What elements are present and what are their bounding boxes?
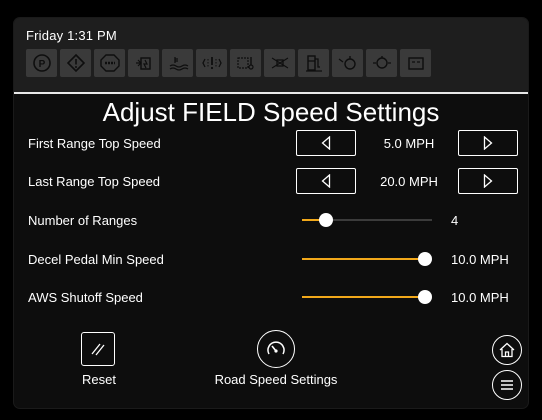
transmission-temp-icon	[230, 49, 261, 77]
transmission-warning-icon	[196, 49, 227, 77]
triangle-left-icon	[321, 174, 331, 188]
triangle-right-icon	[483, 136, 493, 150]
svg-text:P: P	[38, 59, 45, 70]
battery-icon	[400, 49, 431, 77]
reset-slash-icon	[91, 343, 105, 356]
num-ranges-slider[interactable]	[302, 210, 432, 230]
engine-oil-icon	[332, 49, 363, 77]
first-range-label: First Range Top Speed	[28, 136, 161, 151]
first-range-decrease-button[interactable]	[296, 130, 356, 156]
slider-thumb[interactable]	[319, 213, 334, 227]
last-range-increase-button[interactable]	[458, 168, 518, 194]
first-range-value: 5.0 MPH	[383, 136, 435, 151]
hydraulic-filter-icon	[128, 49, 159, 77]
decel-pedal-slider[interactable]	[302, 249, 432, 269]
status-time: Friday 1:31 PM	[26, 28, 117, 43]
stop-icon	[94, 49, 125, 77]
num-ranges-label: Number of Ranges	[28, 213, 138, 228]
page-title: Adjust FIELD Speed Settings	[102, 97, 440, 127]
menu-button[interactable]	[492, 370, 522, 400]
display-screen: Friday 1:31 PM P Adjust FIELD Speed Sett…	[14, 18, 528, 408]
oil-pressure-icon	[366, 49, 397, 77]
fuel-level-icon	[298, 49, 329, 77]
slider-thumb[interactable]	[418, 290, 432, 304]
status-bar: Friday 1:31 PM P	[14, 18, 528, 92]
last-range-value: 20.0 MPH	[380, 174, 438, 189]
last-range-decrease-button[interactable]	[296, 168, 356, 194]
warning-icon	[60, 49, 91, 77]
num-ranges-value: 4	[451, 213, 459, 228]
fuel-filter-icon	[264, 49, 295, 77]
triangle-right-icon	[483, 174, 493, 188]
aws-shutoff-value: 10.0 MPH	[451, 290, 509, 305]
hamburger-menu-icon	[501, 380, 513, 390]
slider-thumb[interactable]	[418, 252, 432, 266]
slider-fill	[302, 296, 425, 298]
road-speed-settings-label[interactable]: Road Speed Settings	[190, 372, 362, 387]
slider-fill	[302, 258, 425, 260]
reset-label[interactable]: Reset	[74, 372, 124, 387]
aws-shutoff-slider[interactable]	[302, 287, 432, 307]
speedometer-icon	[267, 341, 285, 355]
decel-pedal-label: Decel Pedal Min Speed	[28, 252, 164, 267]
road-speed-settings-button[interactable]	[257, 330, 295, 368]
last-range-label: Last Range Top Speed	[28, 174, 161, 189]
first-range-increase-button[interactable]	[458, 130, 518, 156]
home-button[interactable]	[492, 335, 522, 365]
parking-brake-icon: P	[26, 49, 57, 77]
warning-indicators: P	[26, 49, 431, 77]
home-icon	[499, 342, 515, 358]
reset-button[interactable]	[81, 332, 115, 366]
triangle-left-icon	[321, 136, 331, 150]
aws-shutoff-label: AWS Shutoff Speed	[28, 290, 143, 305]
coolant-level-icon	[162, 49, 193, 77]
decel-pedal-value: 10.0 MPH	[451, 252, 509, 267]
